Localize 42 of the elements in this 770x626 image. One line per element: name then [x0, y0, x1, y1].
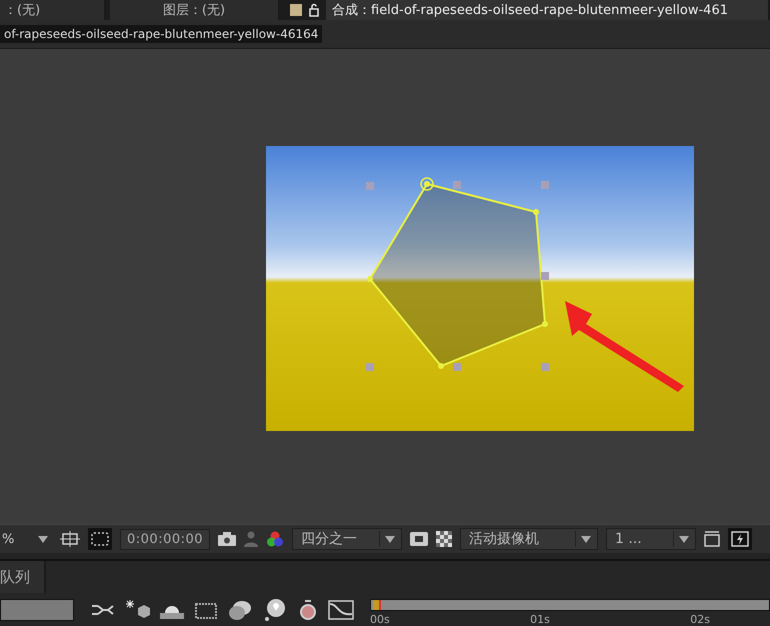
mask-toggle-icon[interactable]	[410, 532, 428, 546]
bounding-handle[interactable]	[366, 182, 374, 190]
time-indicator[interactable]	[373, 600, 381, 610]
stopwatch-icon[interactable]	[298, 598, 318, 621]
layout-icon[interactable]	[704, 531, 720, 548]
bounding-handle[interactable]	[453, 362, 461, 371]
panel-tab[interactable]: 图层：(无)	[110, 0, 280, 20]
bounding-handle[interactable]	[453, 180, 461, 189]
camera-icon[interactable]	[218, 532, 236, 546]
time-label: 01s	[530, 613, 550, 626]
search-field[interactable]	[0, 598, 74, 621]
bounding-handle[interactable]	[541, 362, 549, 371]
resolution-dropdown[interactable]: 四分之一	[292, 528, 402, 550]
caret-icon	[581, 536, 592, 543]
timecode-field[interactable]: 0:00:00:00	[120, 528, 210, 550]
work-area-bar[interactable]	[370, 599, 770, 612]
panel-tab[interactable]: ：(无)	[0, 0, 106, 20]
time-label: 00s	[370, 613, 390, 626]
views-dropdown[interactable]: 1 ...	[606, 528, 696, 550]
composition-breadcrumb[interactable]: of-rapeseeds-oilseed-rape-blutenmeer-yellow-46164	[0, 24, 322, 43]
caret-icon	[385, 536, 396, 543]
checkerboard-icon[interactable]	[436, 531, 452, 548]
graph-bubble-icon[interactable]	[262, 598, 288, 622]
lock-icon[interactable]	[308, 3, 320, 17]
bounding-handle[interactable]	[541, 180, 549, 189]
caret-icon	[679, 536, 690, 543]
bounding-handle[interactable]	[541, 272, 549, 280]
panel-tab[interactable]: 队列	[0, 561, 46, 594]
bounding-handle[interactable]	[366, 362, 374, 371]
camera-view-dropdown[interactable]: 活动摄像机	[460, 528, 598, 550]
color-swatch-icon	[290, 4, 302, 16]
graph-editor-icon[interactable]	[328, 600, 354, 620]
panel-tab[interactable]: 合成：field-of-rapeseeds-oilseed-rape-blutenmeer-yellow-461	[326, 0, 770, 20]
mask-path[interactable]	[367, 177, 548, 369]
person-icon[interactable]	[244, 531, 258, 548]
cube-sparkle-icon[interactable]	[126, 600, 150, 620]
caret-icon[interactable]	[38, 536, 48, 543]
fast-preview-icon[interactable]	[728, 528, 752, 550]
region-icon[interactable]	[60, 531, 80, 548]
time-label: 02s	[690, 613, 710, 626]
zoom-value[interactable]: %	[2, 532, 26, 547]
color-channels-icon[interactable]	[266, 531, 284, 548]
